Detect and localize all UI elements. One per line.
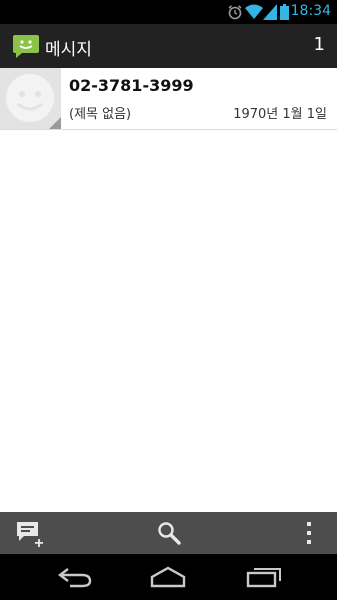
messaging-app-icon[interactable]	[12, 32, 40, 60]
conversation-subject: (제목 없음)	[69, 107, 132, 122]
conversation-sender: 02-3781-3999	[69, 76, 194, 95]
battery-icon	[280, 4, 289, 24]
conversation-list-item[interactable]: 02-3781-3999 (제목 없음) 1970년 1월 1일	[0, 68, 337, 130]
overflow-menu-icon[interactable]	[306, 521, 312, 549]
page-title: 메시지	[45, 40, 92, 60]
home-icon[interactable]	[150, 566, 186, 592]
action-bar: 메시지 1	[0, 24, 337, 70]
bottom-action-bar	[0, 512, 337, 554]
back-icon[interactable]	[58, 566, 92, 592]
recent-apps-icon[interactable]	[246, 566, 282, 592]
conversation-count: 1	[313, 34, 325, 55]
status-clock: 18:34	[290, 3, 331, 19]
signal-icon	[263, 4, 277, 24]
contact-avatar[interactable]	[0, 68, 61, 129]
compose-icon[interactable]	[16, 521, 44, 551]
conversation-date: 1970년 1월 1일	[233, 107, 327, 122]
search-icon[interactable]	[157, 521, 181, 549]
alarm-icon	[227, 4, 243, 24]
navigation-bar	[0, 554, 337, 600]
wifi-icon	[245, 4, 263, 24]
status-bar: 18:34	[0, 0, 337, 24]
